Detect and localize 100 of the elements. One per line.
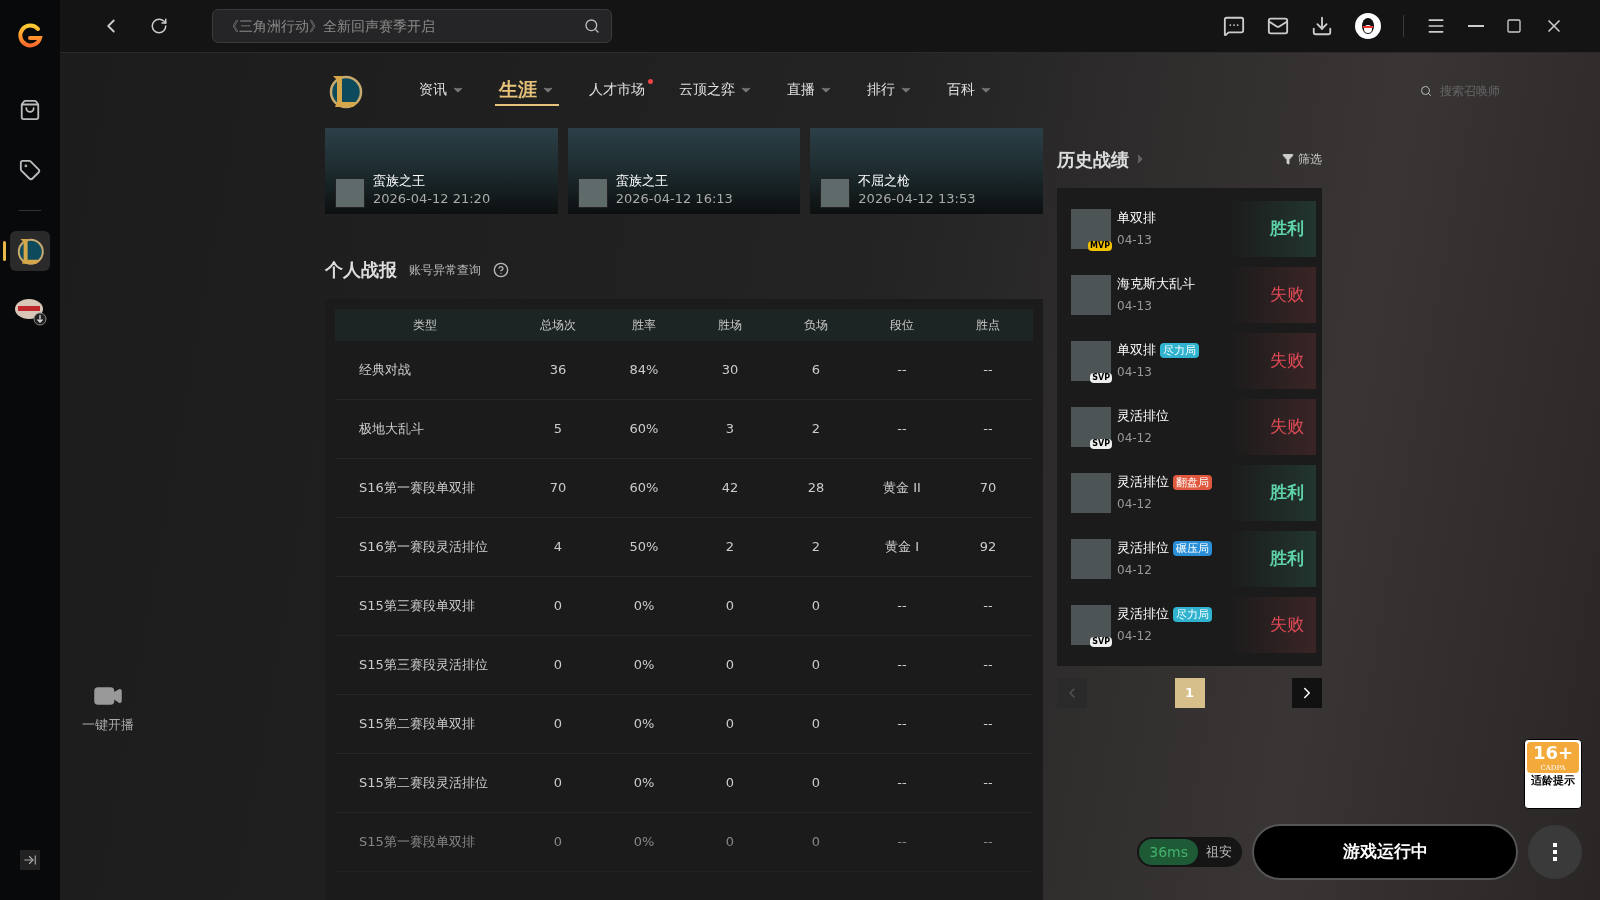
champion-name: 蛮族之王 — [615, 172, 669, 190]
table-cell-text: 28 — [806, 479, 826, 498]
sidebar-item[interactable] — [10, 231, 50, 271]
table-cell-text: 0 — [810, 597, 822, 616]
table-cell-text: 0 — [810, 833, 822, 852]
stream-button[interactable]: 一键开播 — [70, 681, 145, 735]
table-cell-text: 4 — [552, 538, 564, 557]
table-cell-text: -- — [982, 833, 994, 852]
nav-tab[interactable]: 百科 — [943, 79, 997, 102]
table-cell-text: 60% — [628, 479, 660, 498]
table-cell-text: 0 — [552, 597, 564, 616]
game-mode: 单双排 — [1117, 209, 1156, 227]
table-cell-text: 84% — [628, 361, 660, 380]
match-date: 04-13 — [1117, 364, 1153, 381]
match-date: 04-13 — [1117, 232, 1153, 249]
age-hint: 适龄提示 — [1531, 773, 1575, 788]
maximize-icon — [1506, 18, 1522, 34]
video-time: 2026-04-12 13:53 — [858, 190, 976, 208]
table-cell-text: 70 — [548, 479, 568, 498]
table-cell-text: 0% — [632, 774, 656, 793]
table-cell-text: S15第三赛段单双排 — [358, 597, 476, 616]
table-cell-text: 0 — [724, 656, 736, 675]
champion-portrait — [820, 178, 851, 208]
table-cell-text: 0 — [552, 715, 564, 734]
match-row[interactable]: SVP 单双排 尽力局 04-13 失败 — [1063, 328, 1316, 394]
table-cell-text: 经典对战 — [358, 361, 412, 380]
app-logo-icon — [16, 22, 44, 50]
collapse-button[interactable] — [20, 850, 40, 870]
chat-icon — [1223, 15, 1245, 37]
penguin-icon — [1360, 17, 1376, 35]
table-cell-text: -- — [982, 656, 994, 675]
table-cell-text: 5 — [552, 420, 564, 439]
performance-badge: SVP — [1090, 637, 1112, 647]
table-cell-text: 42 — [720, 479, 740, 498]
table-cell-text: 0 — [552, 833, 564, 852]
video-thumbnail[interactable]: 蛮族之王 2026-04-12 21:20 — [325, 128, 558, 214]
age-rating: 16+ — [1532, 742, 1574, 764]
nav-tab[interactable]: 资讯 — [415, 79, 469, 102]
table-cell-text: -- — [896, 715, 908, 734]
table-cell-text: 92 — [978, 538, 998, 557]
match-date: 04-12 — [1117, 562, 1153, 579]
nav-tab[interactable]: 生涯 — [495, 75, 559, 106]
tag-icon — [19, 159, 41, 181]
mail-icon — [1267, 15, 1289, 37]
table-cell-text: 2 — [724, 538, 736, 557]
table-cell-text: 0 — [724, 715, 736, 734]
mail-button[interactable] — [1267, 15, 1289, 37]
table-cell-text: 3 — [724, 420, 736, 439]
table-cell-text: 黄金 II — [882, 479, 922, 498]
match-date: 04-12 — [1117, 430, 1153, 447]
nav-tab[interactable]: 云顶之弈 — [675, 79, 757, 102]
download-button[interactable] — [1311, 15, 1333, 37]
help-icon[interactable] — [493, 261, 509, 278]
nav-tab[interactable]: 直播 — [783, 79, 837, 102]
maximize-button[interactable] — [1506, 18, 1522, 34]
champion-name: 蛮族之王 — [373, 172, 426, 190]
filter-icon — [1282, 153, 1294, 165]
table-cell-text: 0 — [810, 656, 822, 675]
match-row[interactable]: SVP 灵活排位 04-12 失败 — [1063, 394, 1316, 460]
video-thumbnail[interactable]: 不屈之枪 2026-04-12 13:53 — [810, 128, 1043, 214]
table-cell-text: 0 — [810, 715, 822, 734]
menu-button[interactable] — [1426, 16, 1446, 36]
match-tag: 尽力局 — [1173, 606, 1212, 622]
match-row[interactable]: SVP 灵活排位 尽力局 04-12 失败 — [1063, 592, 1316, 658]
table-cell-text: 0% — [632, 597, 656, 616]
table-cell-text: 50% — [628, 538, 660, 557]
champion-name: 不屈之枪 — [858, 172, 912, 190]
match-row[interactable]: 灵活排位 翻盘局 04-12 胜利 — [1063, 460, 1316, 526]
download-icon — [1311, 15, 1333, 37]
table-cell-text: 0% — [632, 715, 656, 734]
table-cell-text: 36 — [548, 361, 568, 380]
chat-button[interactable] — [1223, 15, 1245, 37]
nav-tab[interactable]: 排行 — [863, 79, 917, 102]
match-row[interactable]: 海克斯大乱斗 04-13 失败 — [1063, 262, 1316, 328]
table-cell-text: -- — [982, 774, 994, 793]
game-mode: 灵活排位 — [1117, 407, 1169, 425]
search-field[interactable]: 《三角洲行动》全新回声赛季开启 — [212, 9, 612, 43]
table-cell-text: 极地大乱斗 — [358, 420, 425, 439]
match-tag: 尽力局 — [1160, 342, 1199, 358]
table-cell-text: S15第二赛段灵活排位 — [358, 774, 489, 793]
table-cell-text: -- — [896, 774, 908, 793]
search-icon — [584, 18, 600, 34]
next-page-button[interactable] — [1292, 678, 1322, 708]
match-row[interactable]: MVP 单双排 04-13 胜利 — [1063, 196, 1316, 262]
game-mode: 灵活排位 — [1117, 605, 1169, 623]
launch-button[interactable]: 游戏运行中 — [1252, 824, 1518, 880]
match-date: 04-12 — [1117, 628, 1153, 645]
nav-tab[interactable]: 人才市场 — [585, 79, 649, 102]
match-row[interactable]: 灵活排位 碾压局 04-12 胜利 — [1063, 526, 1316, 592]
filter-button[interactable]: 筛选 — [1282, 150, 1322, 168]
selected-indicator — [3, 241, 6, 261]
table-cell-text: -- — [896, 656, 908, 675]
video-thumbnail[interactable]: 蛮族之王 2026-04-12 16:13 — [567, 128, 801, 214]
avatar-button[interactable] — [1355, 13, 1381, 39]
refresh-icon — [150, 17, 168, 35]
performance-badge: SVP — [1090, 439, 1112, 449]
table-cell-text: 0% — [632, 656, 656, 675]
table-cell-text: -- — [896, 597, 908, 616]
account-check-link[interactable]: 账号异常查询 — [409, 260, 481, 279]
table-cell-text: 2 — [810, 420, 822, 439]
